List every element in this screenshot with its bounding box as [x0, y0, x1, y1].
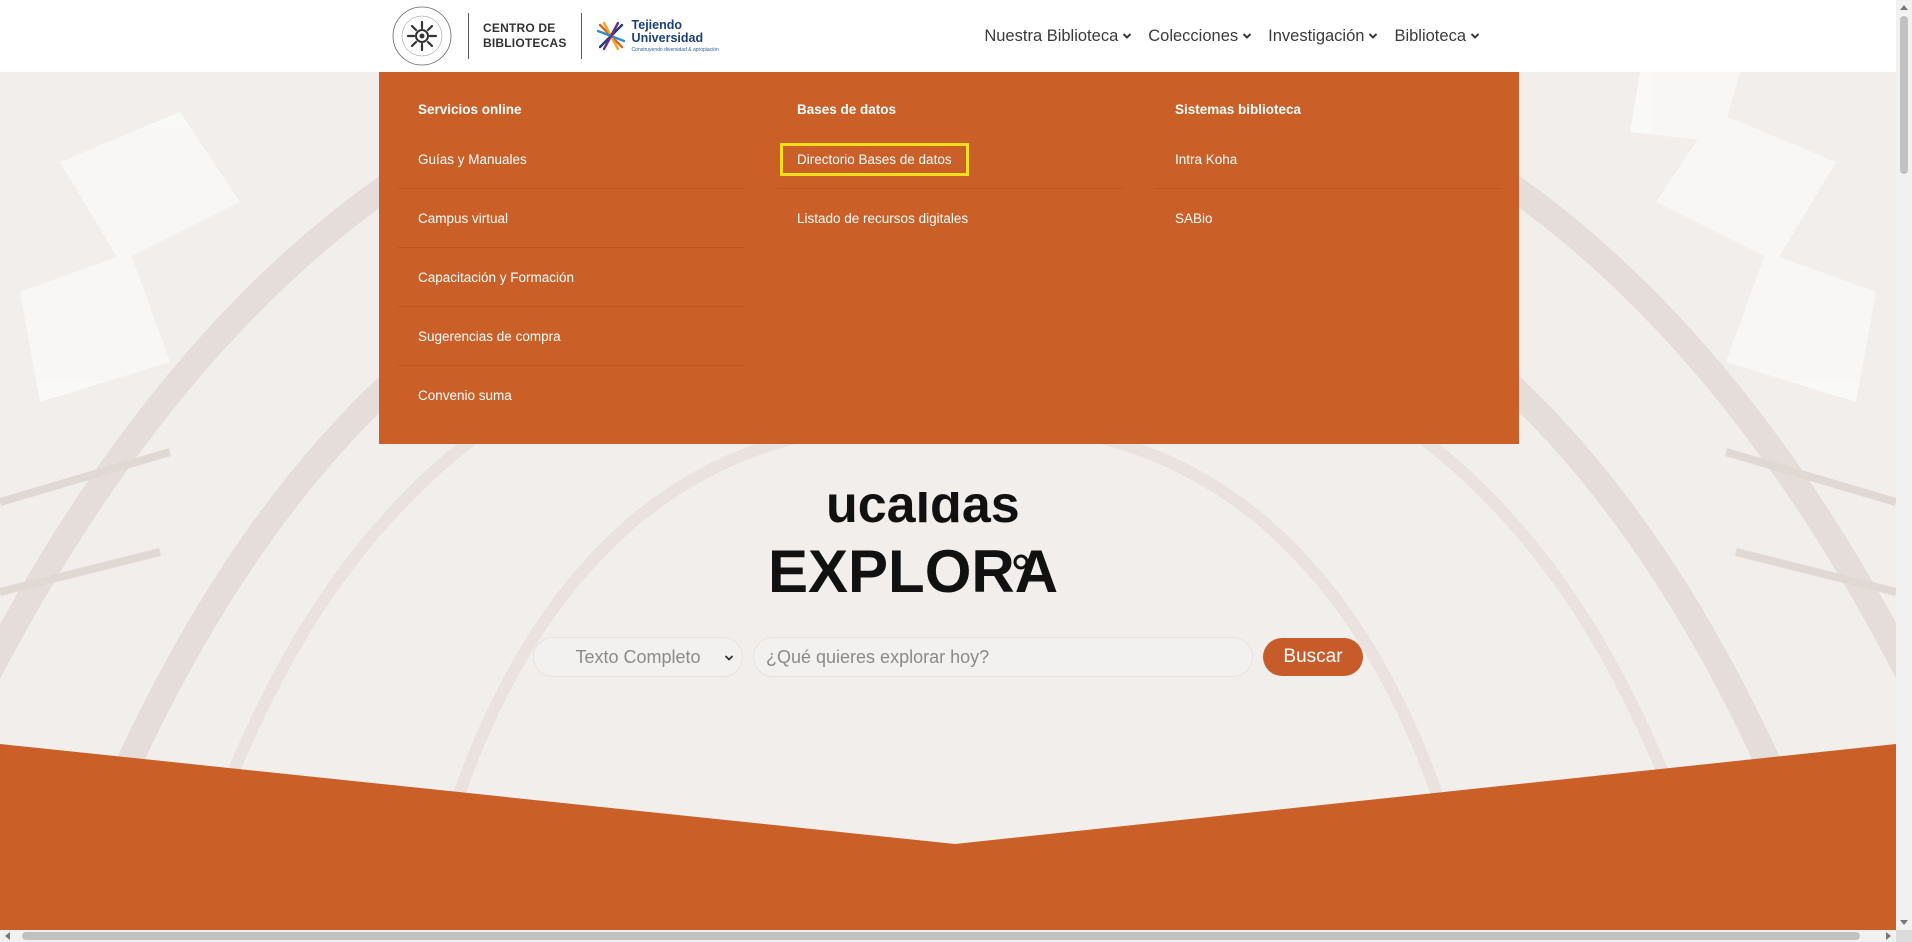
nav-nuestra-biblioteca[interactable]: Nuestra Biblioteca: [984, 27, 1132, 46]
menu-item-capacitacion[interactable]: Capacitación y Formación: [398, 248, 744, 307]
scroll-up-arrow-icon[interactable]: [1900, 5, 1908, 10]
menu-item-directorio-bases-datos[interactable]: Directorio Bases de datos: [777, 130, 1123, 189]
chevron-down-icon: [1242, 33, 1252, 39]
explora-wordmark: EXPLORA: [768, 538, 1058, 597]
menu-column-title: Sistemas biblioteca: [1175, 102, 1302, 117]
search-type-value: Texto Completo: [575, 646, 701, 667]
logo-divider: [468, 13, 469, 59]
menu-item-label: Guías y Manuales: [418, 151, 527, 167]
site-header: CENTRO DE BIBLIOTECAS Tejiendo Universid…: [0, 0, 1896, 72]
menu-item-campus-virtual[interactable]: Campus virtual: [398, 189, 744, 248]
menu-column-title: Servicios online: [418, 102, 522, 117]
nav-investigacion[interactable]: Investigación: [1268, 27, 1378, 46]
horizontal-scrollbar[interactable]: [0, 930, 1896, 942]
menu-item-sabio[interactable]: SABio: [1155, 189, 1501, 248]
logo-line2: BIBLIOTECAS: [483, 36, 567, 50]
main-nav: Nuestra Biblioteca Colecciones Investiga…: [984, 0, 1480, 72]
nav-label: Biblioteca: [1394, 26, 1466, 45]
menu-item-label: SABio: [1175, 211, 1213, 226]
tejiendo-mark-icon: [596, 21, 625, 51]
vertical-scroll-thumb[interactable]: [1900, 16, 1908, 174]
universidad-seal-logo: [392, 6, 452, 66]
nav-biblioteca[interactable]: Biblioteca: [1394, 27, 1480, 46]
tejiendo-line2: Universidad: [631, 31, 704, 45]
menu-item-label: Convenio suma: [418, 388, 512, 403]
tejiendo-tagline: Construyendo diversidad & apropiación: [631, 47, 719, 53]
scroll-down-arrow-icon[interactable]: [1900, 920, 1908, 925]
nav-label: Nuestra Biblioteca: [984, 26, 1119, 45]
menu-item-convenio-suma[interactable]: Convenio suma: [398, 366, 744, 425]
centro-bibliotecas-logo-text: CENTRO DE BIBLIOTECAS: [483, 21, 567, 51]
chevron-down-icon: [1470, 33, 1480, 39]
menu-item-label-highlighted: Directorio Bases de datos: [780, 142, 969, 176]
menu-item-label: Sugerencias de compra: [418, 328, 561, 344]
menu-item-listado-recursos-digitales[interactable]: Listado de recursos digitales: [777, 189, 1123, 248]
scrollbar-corner: [1896, 930, 1912, 942]
nav-label: Investigación: [1268, 26, 1365, 45]
menu-column-title: Bases de datos: [797, 102, 897, 117]
chevron-down-icon: [724, 655, 734, 661]
menu-item-label: Listado de recursos digitales: [797, 211, 969, 226]
chevron-down-icon: [1369, 33, 1378, 39]
nav-label: Colecciones: [1148, 26, 1239, 45]
search-bar: Texto Completo Buscar: [533, 637, 1363, 677]
svg-text:ucaldas: ucaldas: [826, 492, 1020, 534]
search-button[interactable]: Buscar: [1263, 638, 1363, 676]
menu-item-label: Campus virtual: [418, 210, 509, 226]
vertical-scrollbar[interactable]: [1896, 0, 1912, 930]
explora-brand-logo: ucaldas EXPLORA: [768, 492, 1058, 597]
chevron-down-icon: [1123, 33, 1132, 39]
biblioteca-mega-menu: Servicios online Guías y Manuales Campus…: [379, 72, 1519, 444]
search-input[interactable]: [753, 637, 1253, 677]
menu-item-label: Intra Koha: [1175, 151, 1238, 167]
logo-line1: CENTRO DE: [483, 21, 556, 35]
search-type-select[interactable]: Texto Completo: [533, 637, 743, 677]
tejiendo-universidad-logo: Tejiendo Universidad Construyendo divers…: [596, 19, 719, 53]
scroll-right-arrow-icon[interactable]: [1886, 932, 1891, 940]
menu-item-intra-koha[interactable]: Intra Koha: [1155, 130, 1501, 189]
logo-area[interactable]: CENTRO DE BIBLIOTECAS Tejiendo Universid…: [390, 0, 719, 72]
scroll-left-arrow-icon[interactable]: [5, 932, 10, 940]
menu-item-guias-manuales[interactable]: Guías y Manuales: [398, 130, 744, 189]
nav-colecciones[interactable]: Colecciones: [1148, 27, 1252, 46]
logo-divider: [580, 13, 582, 59]
menu-item-label: Capacitación y Formación: [418, 269, 575, 285]
menu-item-sugerencias-compra[interactable]: Sugerencias de compra: [398, 307, 744, 366]
horizontal-scroll-thumb[interactable]: [22, 932, 1860, 940]
